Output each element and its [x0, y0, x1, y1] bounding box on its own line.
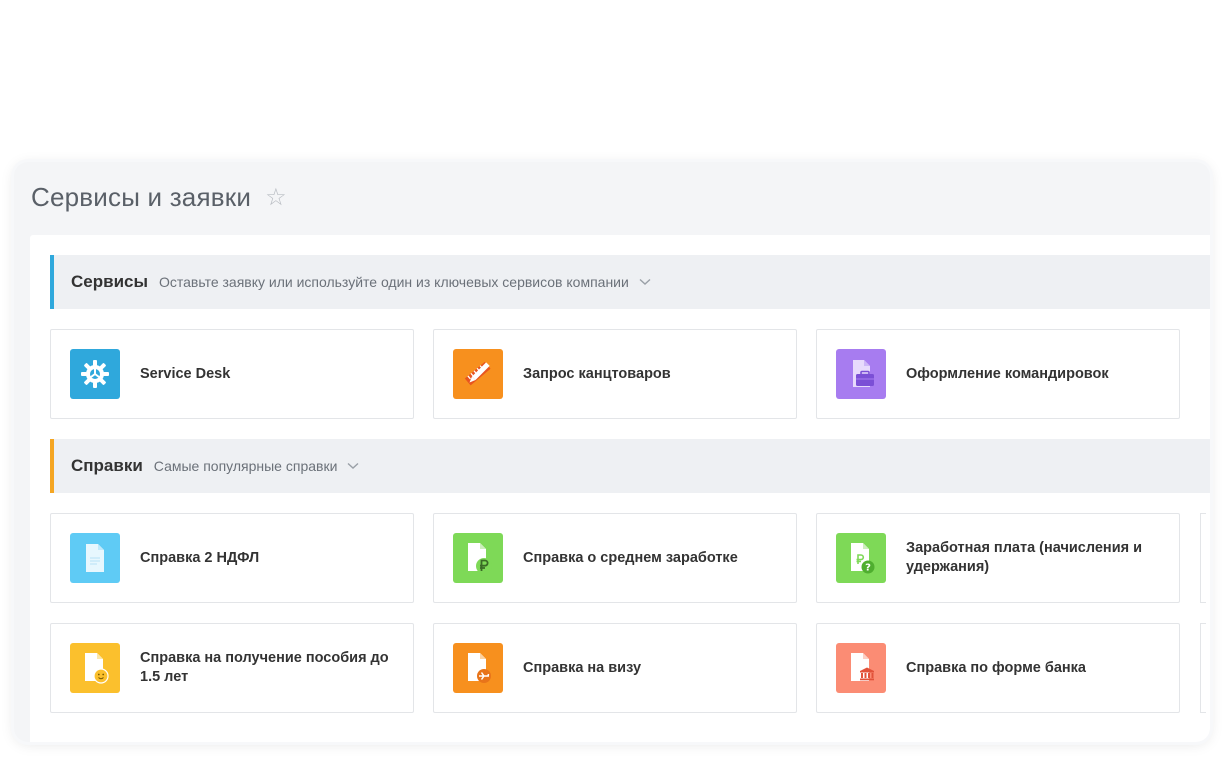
service-card-business-trips[interactable]: Оформление командировок [816, 329, 1180, 419]
section-description: Самые популярные справки [153, 458, 338, 474]
next-card-edge [1200, 623, 1206, 713]
section-description: Оставьте заявку или используйте один из … [159, 274, 629, 290]
section-header-references[interactable]: Справки Самые популярные справки [50, 439, 1210, 493]
reference-card-bank-form[interactable]: Справка по форме банка [816, 623, 1180, 713]
section-title: Сервисы [71, 272, 148, 291]
chevron-down-icon[interactable] [639, 275, 653, 289]
plane-document-icon [453, 643, 503, 693]
card-label: Справка по форме банка [906, 659, 1086, 676]
content-panel: Сервисы Оставьте заявку или используйте … [30, 235, 1210, 742]
reference-card-salary[interactable]: ? Заработная плата (начисления и удержан… [816, 513, 1180, 603]
service-card-service-desk[interactable]: Service Desk [50, 329, 414, 419]
briefcase-document-icon [836, 349, 886, 399]
section-header-services[interactable]: Сервисы Оставьте заявку или используйте … [50, 255, 1210, 309]
card-label: Заработная плата (начисления и удержания… [906, 540, 1143, 575]
svg-text:?: ? [865, 563, 871, 574]
page-header: Сервисы и заявки ☆ [31, 182, 287, 213]
favorite-star-icon[interactable]: ☆ [265, 185, 287, 210]
document-icon [70, 533, 120, 583]
section-title: Справки [71, 456, 143, 475]
salary-question-icon: ? [836, 533, 886, 583]
card-label: Справка на визу [523, 659, 642, 676]
ruble-document-icon [453, 533, 503, 583]
service-card-office-supplies[interactable]: Запрос канцтоваров [433, 329, 797, 419]
baby-document-icon [70, 643, 120, 693]
card-label: Справка о среднем заработке [523, 549, 738, 566]
reference-card-2ndfl[interactable]: Справка 2 НДФЛ [50, 513, 414, 603]
card-label: Service Desk [140, 365, 231, 382]
reference-card-average-earnings[interactable]: Справка о среднем заработке [433, 513, 797, 603]
services-window: Сервисы и заявки ☆ Сервисы Оставьте заяв… [14, 162, 1210, 742]
reference-card-visa[interactable]: Справка на визу [433, 623, 797, 713]
gear-icon [70, 349, 120, 399]
card-label: Справка на получение пособия до 1.5 лет [140, 650, 389, 685]
next-card-edge [1200, 513, 1206, 603]
card-label: Запрос канцтоваров [523, 365, 671, 382]
chevron-down-icon[interactable] [347, 459, 361, 473]
card-label: Справка 2 НДФЛ [140, 549, 260, 566]
pencil-ruler-icon [453, 349, 503, 399]
reference-card-child-benefit[interactable]: Справка на получение пособия до 1.5 лет [50, 623, 414, 713]
card-label: Оформление командировок [906, 365, 1109, 382]
page-title: Сервисы и заявки [31, 182, 252, 212]
bank-document-icon [836, 643, 886, 693]
